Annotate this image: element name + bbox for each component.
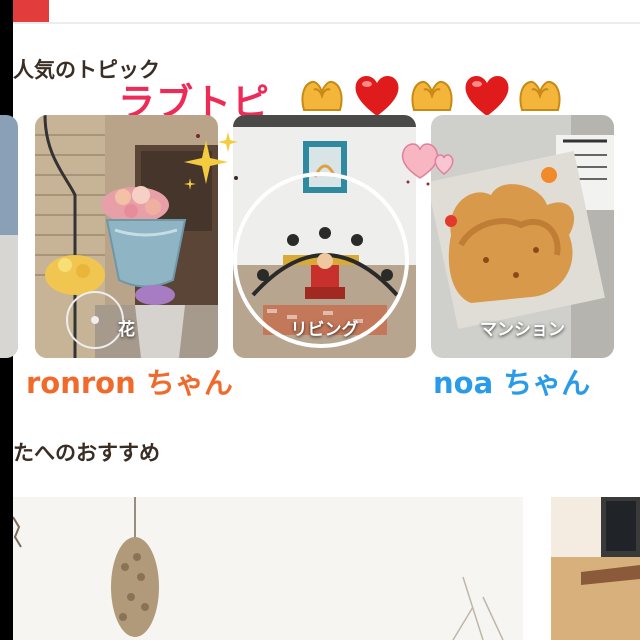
hand-heart-icon: [301, 80, 343, 111]
recommend-card-2[interactable]: [551, 497, 640, 640]
pink-hearts-icon: [401, 143, 454, 186]
name-tag-ronron: ronron ちゃん: [26, 366, 233, 400]
topic-card-living[interactable]: リビング: [233, 115, 416, 358]
hand-heart-icon: [519, 80, 561, 111]
recommend-card-image: [13, 497, 523, 640]
hand-heart-icon: [411, 80, 453, 111]
sparkles-icon: [184, 132, 238, 190]
topic-card-partial[interactable]: [0, 115, 18, 358]
topic-card-label: リビング: [290, 320, 359, 340]
recommend-card-1[interactable]: [13, 497, 523, 640]
red-heart-icon: [355, 75, 399, 116]
red-heart-icon: [465, 75, 509, 116]
active-tab-indicator: [13, 0, 49, 22]
recommend-card-image: [551, 497, 640, 640]
topic-card-label: 花: [118, 320, 135, 340]
recommend-title: たへのおすすめ: [13, 441, 160, 465]
topic-card-image: [0, 115, 18, 358]
name-tag-noa: noa ちゃん: [433, 366, 591, 400]
header-divider: [13, 22, 640, 24]
topic-card-label: マンション: [480, 320, 565, 340]
